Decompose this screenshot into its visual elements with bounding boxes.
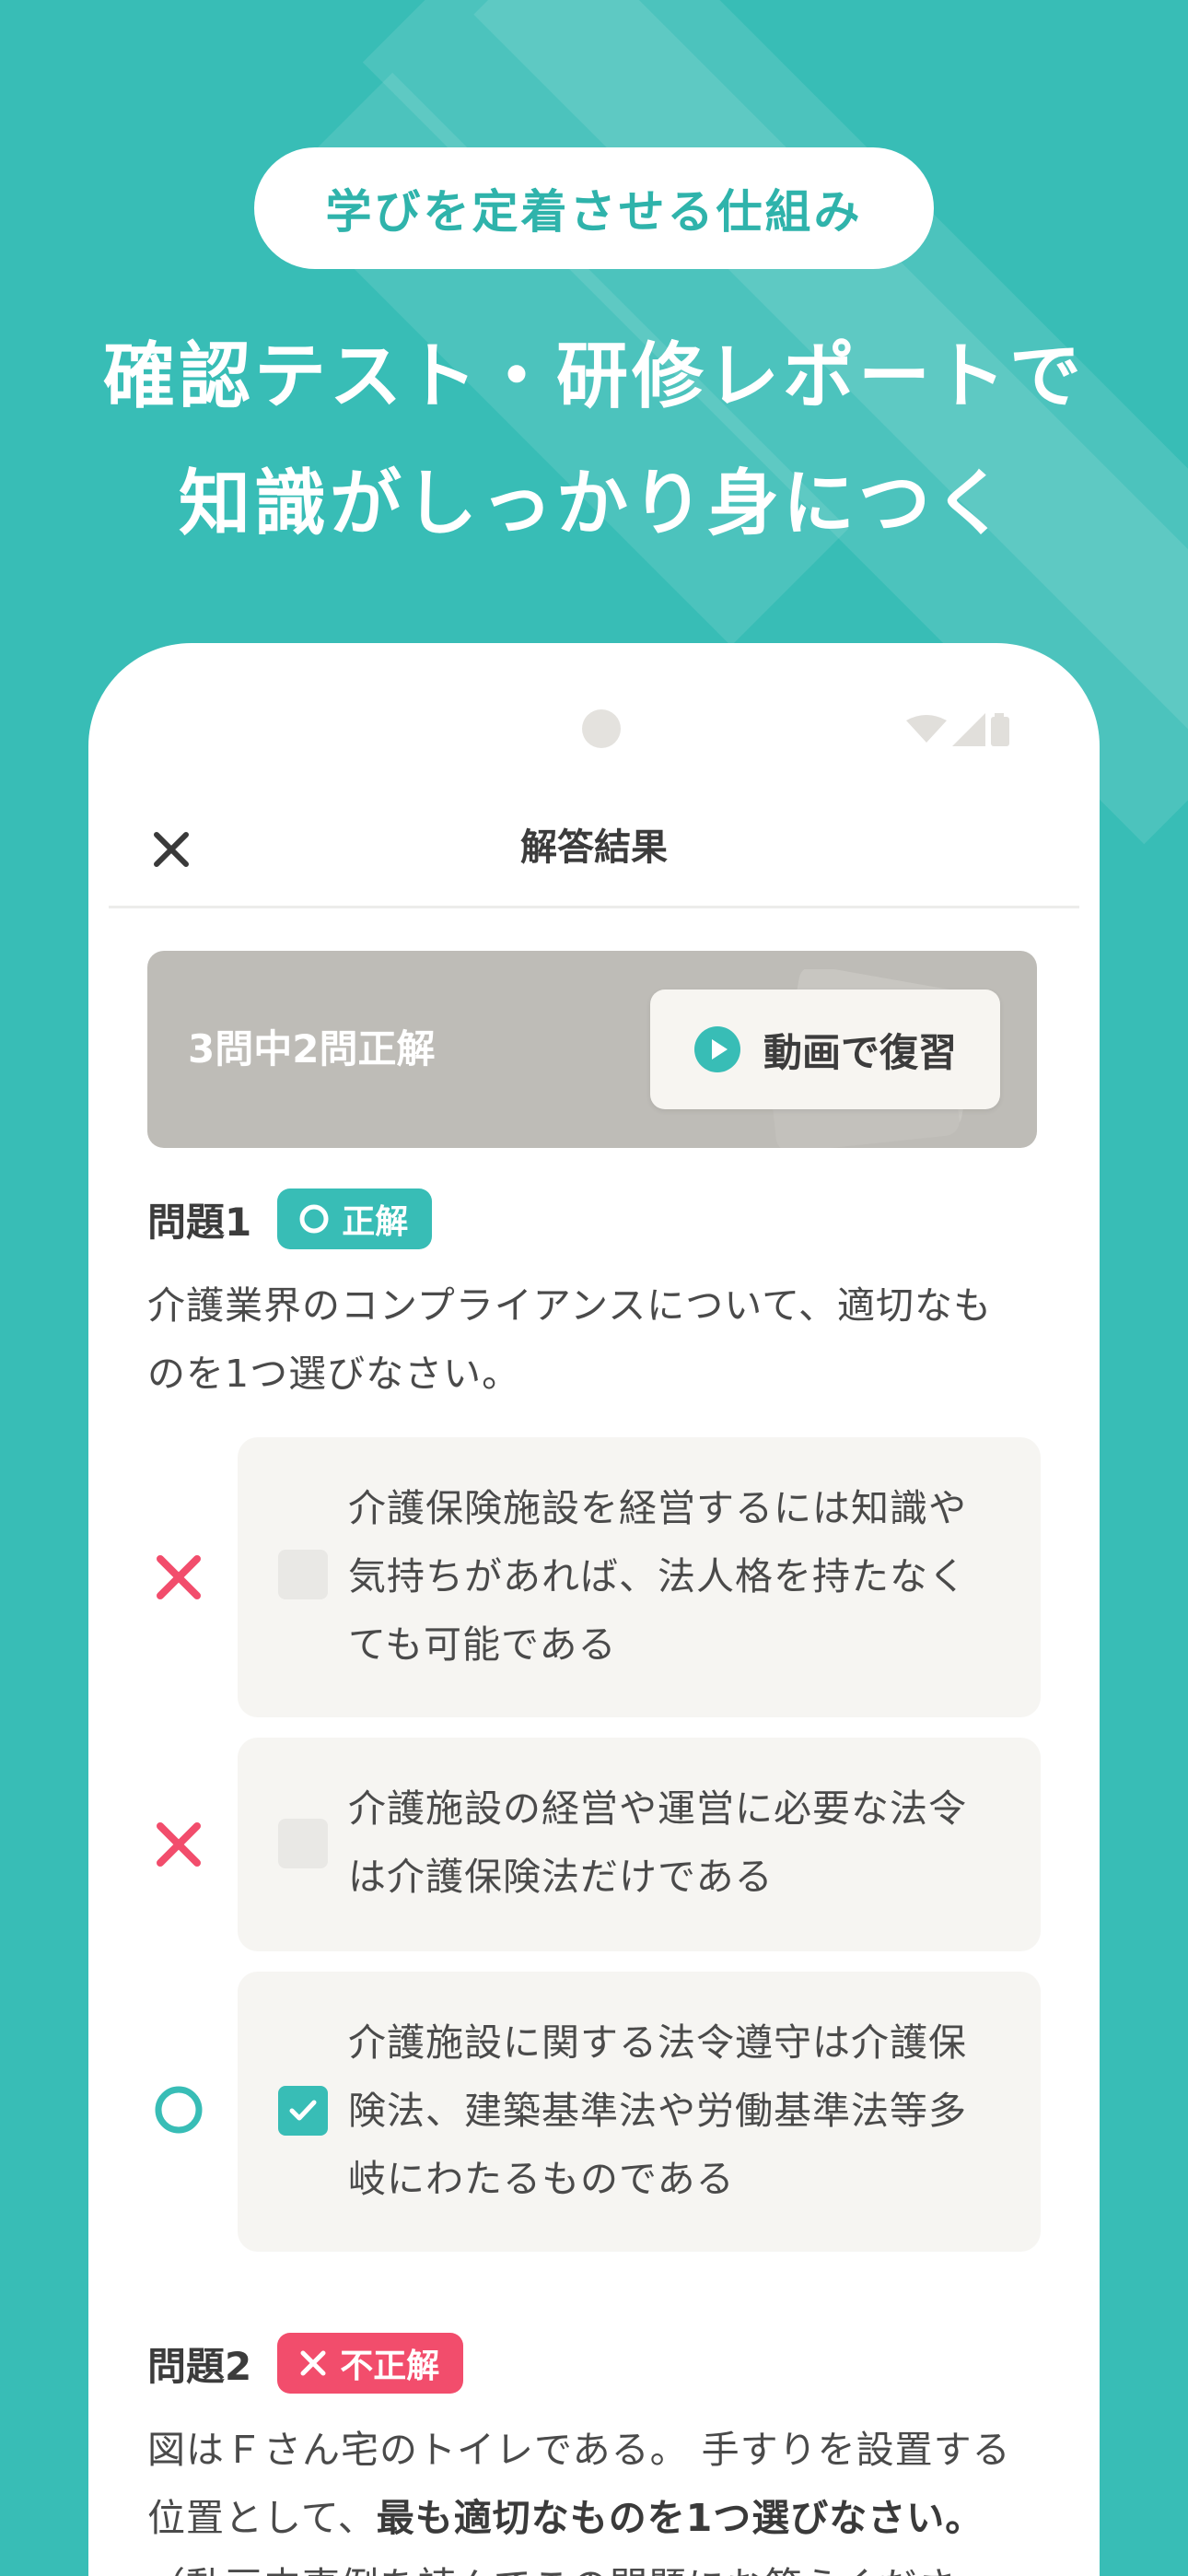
incorrect-badge: 不正解 xyxy=(277,2333,464,2394)
incorrect-mark-icon xyxy=(149,1548,208,1607)
question-2-text-line: （動画内事例を読んでこの問題にお答えくださ xyxy=(147,2552,1068,2576)
play-icon xyxy=(693,1026,740,1072)
option-text-line: は介護保険法だけである xyxy=(348,1855,774,1899)
question-2-text-line: 図はＦさん宅のトイレである。 手すりを設置する xyxy=(147,2428,1011,2472)
circle-icon xyxy=(155,2086,203,2134)
cross-icon xyxy=(300,2350,326,2376)
check-icon xyxy=(289,2100,317,2121)
review-video-button[interactable]: 動画で復習 xyxy=(650,989,1000,1109)
option-text-line: 介護施設に関する法令遵守は介護保 xyxy=(348,2020,967,2065)
circle-icon xyxy=(299,1204,329,1234)
option-text-line: ても可能である xyxy=(348,1622,617,1667)
question-1-text-line: のを1つ選びなさい。 xyxy=(147,1352,521,1396)
headline-line-1: 確認テスト・研修レポートで xyxy=(102,335,1085,418)
question-1-header: 問題1 正解 xyxy=(147,1188,433,1249)
cross-icon xyxy=(157,1822,201,1867)
question-2-text-plain: 位置として、 xyxy=(147,2496,377,2540)
wifi-icon xyxy=(906,715,947,743)
question-2-text-emphasis: 最も適切なものを1つ選びなさい。 xyxy=(376,2496,984,2540)
question-1-text: 介護業界のコンプライアンスについて、適切なも のを1つ選びなさい。 xyxy=(147,1271,1068,1408)
option-text: 介護施設の経営や運営に必要な法令 は介護保険法だけである xyxy=(348,1774,1011,1911)
answer-option[interactable]: 介護施設の経営や運営に必要な法令 は介護保険法だけである xyxy=(238,1738,1041,1951)
close-button[interactable] xyxy=(144,822,199,877)
question-2-header: 問題2 不正解 xyxy=(147,2333,464,2394)
score-card: 3問中2問正解 動画で復習 xyxy=(147,951,1037,1148)
incorrect-mark-icon xyxy=(149,1815,208,1874)
correct-mark-icon xyxy=(149,2080,208,2139)
incorrect-badge-label: 不正解 xyxy=(340,2348,440,2385)
score-summary: 3問中2問正解 xyxy=(188,1026,436,1071)
question-1-text-line: 介護業界のコンプライアンスについて、適切なも xyxy=(147,1283,993,1328)
option-checkbox-checked[interactable] xyxy=(278,2086,328,2136)
status-bar-icons xyxy=(906,713,1009,746)
promo-headline: 確認テスト・研修レポートで 知識がしっかり身につく xyxy=(0,313,1188,568)
question-2-title: 問題2 xyxy=(147,2343,252,2389)
promo-pill: 学びを定着させる仕組み xyxy=(254,147,934,269)
option-checkbox[interactable] xyxy=(278,1819,328,1868)
close-icon xyxy=(154,832,189,867)
header-title: 解答結果 xyxy=(520,826,668,869)
phone-mockup: 解答結果 3問中2問正解 動画で復習 問題1 正解 介護業界のコンプライアンスに… xyxy=(88,643,1100,2576)
option-checkbox[interactable] xyxy=(278,1550,328,1599)
option-text-line: 岐にわたるものである xyxy=(348,2157,735,2201)
cross-icon xyxy=(157,1555,201,1599)
option-text: 介護施設に関する法令遵守は介護保 険法、建築基準法や労働基準法等多 岐にわたるも… xyxy=(348,2008,1011,2213)
correct-badge: 正解 xyxy=(277,1188,433,1249)
signal-icon xyxy=(952,713,985,746)
option-text-line: 介護施設の経営や運営に必要な法令 xyxy=(348,1786,967,1831)
app-header: 解答結果 xyxy=(109,802,1079,908)
question-2-text: 図はＦさん宅のトイレである。 手すりを設置する 位置として、最も適切なものを1つ… xyxy=(147,2416,1068,2576)
option-text: 介護保険施設を経営するには知識や 気持ちがあれば、法人格を持たなく ても可能であ… xyxy=(348,1474,1011,1679)
battery-icon xyxy=(991,713,1009,746)
option-text-line: 気持ちがあれば、法人格を持たなく xyxy=(348,1554,967,1598)
option-text-line: 介護保険施設を経営するには知識や xyxy=(348,1486,967,1530)
option-text-line: 険法、建築基準法や労働基準法等多 xyxy=(348,2089,967,2133)
question-1-title: 問題1 xyxy=(147,1199,252,1245)
review-video-label: 動画で復習 xyxy=(763,1029,957,1075)
promo-pill-label: 学びを定着させる仕組み xyxy=(325,185,863,239)
headline-line-2: 知識がしっかり身につく xyxy=(178,463,1009,545)
question-2-text-line: 位置として、最も適切なものを1つ選びなさい。 xyxy=(147,2484,1068,2552)
correct-badge-label: 正解 xyxy=(342,1203,409,1241)
answer-option[interactable]: 介護施設に関する法令遵守は介護保 険法、建築基準法や労働基準法等多 岐にわたるも… xyxy=(238,1972,1041,2252)
camera-icon xyxy=(582,709,621,748)
answer-option[interactable]: 介護保険施設を経営するには知識や 気持ちがあれば、法人格を持たなく ても可能であ… xyxy=(238,1437,1041,1717)
